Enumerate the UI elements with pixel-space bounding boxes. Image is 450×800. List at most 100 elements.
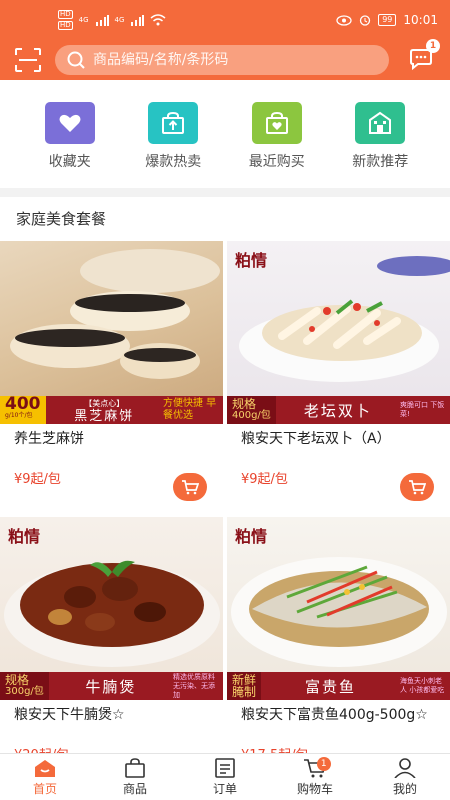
tab-label: 购物车 (296, 781, 333, 796)
status-time: 10:01 (403, 13, 438, 27)
banner-note: 方便快捷 早餐优选 (163, 398, 217, 421)
battery-indicator: 99 (378, 14, 397, 26)
product-card[interactable]: 粕情 规格 300g/包 牛腩煲 精选优质原料 无污染、无添加 粮安天下牛腩煲☆ (0, 517, 223, 753)
banner-spec: 规格 300g/包 (0, 672, 49, 700)
tab-products[interactable]: 商品 (90, 754, 180, 800)
product-price: ¥17.5起/包 (227, 740, 450, 753)
shopping-bag-up-icon (148, 102, 199, 144)
tab-orders[interactable]: 订单 (180, 754, 270, 800)
bottom-tab-bar: 首页 商品 订单 购物车 1 我的 (0, 753, 450, 800)
product-image: 粕情 新鲜 腌制 富贵鱼 海鱼天小刺老人 小孩都爱吃 (227, 517, 450, 700)
product-card[interactable]: 粕情 新鲜 腌制 富贵鱼 海鱼天小刺老人 小孩都爱吃 粮安天下富贵鱼400g-5… (227, 517, 450, 753)
beef-stew-illustration (4, 560, 220, 667)
signal1-icon (95, 14, 109, 26)
status-bar: HD HD 4G 4G 99 10:01 (0, 0, 450, 40)
banner-note: 精选优质原料 无污染、无添加 (173, 672, 215, 699)
category-shortcuts: 收藏夹 爆款热卖 最近购买 新款推荐 (0, 80, 450, 188)
shortcut-favorites[interactable]: 收藏夹 (25, 102, 115, 188)
shortcut-label: 爆款热卖 (145, 154, 202, 170)
eye-icon (336, 14, 352, 26)
app-root: HD HD 4G 4G 99 10:01 商品编码/名称/条形码 1 收藏夹 爆… (0, 0, 450, 800)
product-banner: 规格 300g/包 牛腩煲 精选优质原料 无污染、无添加 (0, 672, 223, 700)
shortcut-hot-sale[interactable]: 爆款热卖 (128, 102, 218, 188)
product-image: 粕情 规格 300g/包 牛腩煲 精选优质原料 无污染、无添加 (0, 517, 223, 700)
spec-top: 规格 (232, 397, 257, 411)
tab-profile[interactable]: 我的 (360, 754, 450, 800)
product-banner: 400 g/10个/包 【美点心】 黑芝麻饼 方便快捷 早餐优选 (0, 396, 223, 424)
shortcut-recent[interactable]: 最近购买 (232, 102, 322, 188)
product-grid: 400 g/10个/包 【美点心】 黑芝麻饼 方便快捷 早餐优选 养生芝麻饼 ¥… (0, 241, 450, 753)
message-badge: 1 (426, 39, 440, 53)
banner-note: 爽脆可口 下饭菜! (400, 401, 445, 418)
banner-name: 富贵鱼 (305, 677, 357, 696)
scan-button[interactable] (14, 47, 42, 73)
top-header: HD HD 4G 4G 99 10:01 商品编码/名称/条形码 1 (0, 0, 450, 80)
cart-icon (409, 480, 426, 495)
tab-label: 订单 (212, 781, 237, 796)
order-icon (215, 757, 235, 778)
network2-label: 4G (114, 16, 125, 24)
banner-spec: 规格 400g/包 (227, 396, 276, 424)
tab-cart[interactable]: 购物车 1 (270, 754, 360, 800)
product-name: 粮安天下老坛双卜（A） (241, 431, 391, 447)
product-name: 粮安天下富贵鱼400g-500g☆ (241, 707, 428, 723)
shortcut-label: 新款推荐 (352, 154, 409, 170)
spec-bottom: g/10个/包 (5, 412, 33, 419)
pickled-radish-illustration (239, 256, 450, 382)
tab-label: 首页 (32, 781, 57, 796)
product-banner: 新鲜 腌制 富贵鱼 海鱼天小刺老人 小孩都爱吃 (227, 672, 450, 700)
search-row (0, 40, 450, 80)
spec-top: 400 (5, 394, 41, 414)
search-box[interactable] (55, 45, 389, 75)
product-image: 400 g/10个/包 【美点心】 黑芝麻饼 方便快捷 早餐优选 (0, 241, 223, 424)
product-name: 粮安天下牛腩煲☆ (14, 707, 125, 723)
product-card[interactable]: 400 g/10个/包 【美点心】 黑芝麻饼 方便快捷 早餐优选 养生芝麻饼 ¥… (0, 241, 223, 513)
wifi-icon (150, 14, 166, 26)
tab-home[interactable]: 首页 (0, 754, 90, 800)
product-card[interactable]: 粕情 规格 400g/包 老坛双卜 爽脆可口 下饭菜! 粮安天下老坛双卜（A） … (227, 241, 450, 513)
banner-note: 海鱼天小刺老人 小孩都爱吃 (400, 677, 445, 694)
banner-name: 黑芝麻饼 (74, 409, 135, 424)
storefront-icon (355, 102, 406, 144)
signal2-icon (131, 14, 145, 26)
sesame-cake-illustration (10, 249, 220, 379)
banner-spec: 新鲜 腌制 (227, 672, 262, 700)
shortcut-label: 最近购买 (248, 154, 305, 170)
add-to-cart-button[interactable] (400, 473, 434, 501)
shortcut-label: 收藏夹 (48, 154, 91, 170)
search-icon (67, 51, 85, 69)
user-icon (394, 757, 416, 778)
search-input[interactable] (93, 52, 363, 68)
tab-label: 我的 (392, 781, 417, 796)
spec-bottom: 腌制 (232, 685, 257, 699)
spec-bottom: 300g/包 (5, 686, 44, 697)
product-image: 粕情 规格 400g/包 老坛双卜 爽脆可口 下饭菜! (227, 241, 450, 424)
add-to-cart-button[interactable] (173, 473, 207, 501)
alarm-icon (360, 15, 371, 26)
sim1-hd: HD (58, 10, 73, 19)
banner-spec: 400 g/10个/包 (0, 396, 46, 424)
product-banner: 规格 400g/包 老坛双卜 爽脆可口 下饭菜! (227, 396, 450, 424)
heart-icon (44, 102, 95, 144)
product-name: 养生芝麻饼 (14, 431, 84, 447)
banner-name: 老坛双卜 (303, 401, 372, 420)
message-button[interactable]: 1 (408, 39, 440, 71)
banner-name-block: 【美点心】 黑芝麻饼 (46, 397, 164, 423)
product-price: ¥20起/包 (0, 740, 223, 753)
scan-icon (15, 48, 41, 72)
shortcut-new-arrivals[interactable]: 新款推荐 (335, 102, 425, 188)
shopping-bag-heart-icon (251, 102, 302, 144)
cart-badge: 1 (316, 757, 331, 771)
banner-name: 牛腩煲 (85, 677, 137, 696)
steamed-fish-illustration (231, 557, 447, 667)
bag-icon (125, 757, 145, 778)
status-right: 99 10:01 (336, 13, 438, 27)
sim2-hd: HD (58, 21, 73, 30)
section-title: 家庭美食套餐 (16, 210, 107, 228)
cart-icon (182, 480, 199, 495)
product-section: 家庭美食套餐 400 g/10个/包 【美点心】 黑芝麻饼 方便快捷 早餐优选 … (0, 197, 450, 753)
home-icon (35, 759, 55, 777)
network1-label: 4G (78, 16, 89, 24)
status-left: HD HD 4G 4G (58, 10, 166, 30)
sim-indicators: HD HD (58, 10, 73, 30)
